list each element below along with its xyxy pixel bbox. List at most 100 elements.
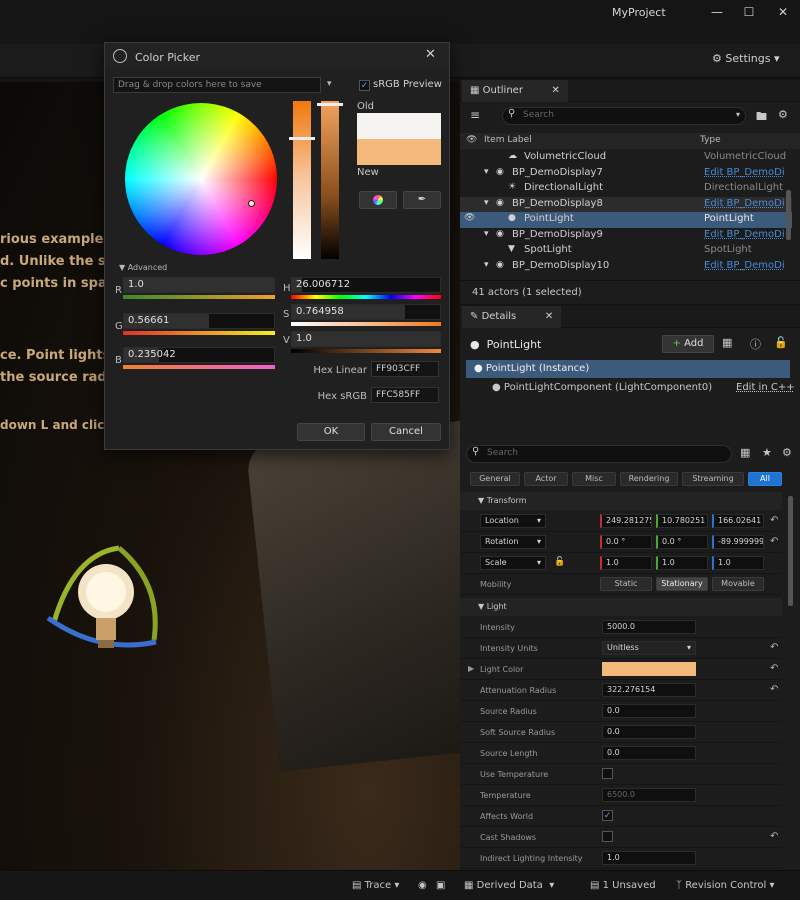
saved-colors-dropzone[interactable]: Drag & drop colors here to save	[113, 77, 321, 93]
close-icon[interactable]: ✕	[552, 85, 560, 96]
outliner-row[interactable]: ☁ VolumetricCloud VolumetricCloud	[460, 150, 792, 166]
expand-arrow-icon[interactable]: ▾	[484, 167, 489, 177]
use-temperature-checkbox[interactable]	[602, 768, 613, 779]
source-radius-input[interactable]: 0.0	[602, 704, 696, 718]
saturation-bar[interactable]	[293, 101, 311, 259]
edit-blueprint-link[interactable]: Edit BP_DemoDi	[704, 229, 785, 240]
visibility-eye-icon[interactable]: 👁	[464, 213, 475, 223]
saturation-handle[interactable]	[289, 137, 315, 140]
category-rendering[interactable]: Rendering	[620, 472, 678, 486]
component-row[interactable]: ● PointLightComponent (LightComponent0)	[492, 382, 712, 393]
expand-arrow-icon[interactable]: ▶	[468, 664, 474, 673]
edit-blueprint-link[interactable]: Edit BP_DemoDi	[704, 260, 785, 271]
tab-outliner[interactable]: ▦ Outliner ✕	[462, 80, 568, 102]
eyedropper-button[interactable]: ✒	[403, 191, 441, 209]
add-component-button[interactable]: + Add	[662, 335, 714, 353]
instance-row[interactable]: ● PointLight (Instance)	[466, 360, 790, 378]
outliner-search-input[interactable]: Search	[502, 107, 746, 125]
record-icon[interactable]: ◉	[418, 880, 427, 891]
maximize-button[interactable]: ☐	[738, 4, 760, 20]
reset-icon[interactable]: ↶	[770, 642, 778, 653]
intensity-input[interactable]: 5000.0	[602, 620, 696, 634]
mobility-movable[interactable]: Movable	[712, 577, 764, 591]
visibility-eye-icon[interactable]: 👁	[466, 135, 477, 145]
color-wheel-selector[interactable]	[248, 200, 255, 207]
derived-data-button[interactable]: ▦ Derived Data ▾	[464, 880, 554, 891]
hex-linear-input[interactable]: FF903CFF	[371, 361, 439, 377]
location-y[interactable]: 10.780251	[656, 514, 708, 528]
scale-dropdown[interactable]: Scale ▾	[480, 556, 546, 570]
minimize-button[interactable]: —	[706, 4, 728, 20]
category-misc[interactable]: Misc	[572, 472, 616, 486]
add-folder-icon[interactable]: 🖿	[756, 108, 767, 127]
rotation-y[interactable]: 0.0 °	[656, 535, 708, 549]
edit-blueprint-link[interactable]: Edit BP_DemoDi	[704, 167, 785, 178]
category-general[interactable]: General	[470, 472, 520, 486]
outliner-row[interactable]: 👁 ● PointLight PointLight	[460, 212, 792, 228]
srgb-preview-checkbox[interactable]: ✓	[359, 80, 370, 91]
affects-world-checkbox[interactable]: ✓	[602, 810, 613, 821]
filter-icon[interactable]: ≡	[470, 108, 480, 122]
screenshot-icon[interactable]: ▣	[436, 880, 445, 891]
close-window-button[interactable]: ✕	[772, 4, 794, 20]
item-label-header[interactable]: Item Label	[484, 135, 532, 145]
settings-button[interactable]: ⚙ Settings ▾	[712, 52, 780, 65]
source-length-input[interactable]: 0.0	[602, 746, 696, 760]
outliner-row[interactable]: ▾ ◉ BP_DemoDisplay9 Edit BP_DemoDi	[460, 228, 792, 244]
h-slider[interactable]: 26.006712	[291, 277, 441, 293]
help-icon[interactable]: ⓘ	[750, 336, 761, 352]
light-color-swatch[interactable]	[602, 662, 696, 676]
indirect-lighting-input[interactable]: 1.0	[602, 851, 696, 865]
location-z[interactable]: 166.02641	[712, 514, 764, 528]
trace-button[interactable]: ▤ Trace ▾	[352, 880, 399, 891]
details-scrollbar[interactable]	[788, 496, 793, 606]
b-slider[interactable]: 0.235042	[123, 347, 275, 363]
category-streaming[interactable]: Streaming	[682, 472, 744, 486]
lock-icon[interactable]: 🔓	[774, 336, 788, 349]
expand-arrow-icon[interactable]: ▾	[484, 229, 489, 239]
advanced-toggle[interactable]: ▼ Advanced	[119, 263, 167, 272]
tab-details[interactable]: ✎ Details ✕	[462, 306, 562, 328]
intensity-units-dropdown[interactable]: Unitless ▾	[602, 641, 696, 655]
edit-in-cpp-link[interactable]: Edit in C++	[736, 382, 795, 393]
v-slider[interactable]: 1.0	[291, 331, 441, 347]
scale-y[interactable]: 1.0	[656, 556, 708, 570]
outliner-row[interactable]: ▾ ◉ BP_DemoDisplay8 Edit BP_DemoDi	[460, 196, 792, 212]
color-theme-button[interactable]	[359, 191, 397, 209]
outliner-row[interactable]: ☀ DirectionalLight DirectionalLight	[460, 181, 792, 197]
expand-arrow-icon[interactable]: ▾	[484, 198, 489, 208]
reset-icon[interactable]: ↶	[770, 663, 778, 674]
reset-icon[interactable]: ↶	[770, 684, 778, 695]
rotation-dropdown[interactable]: Rotation ▾	[480, 535, 546, 549]
revision-control-button[interactable]: ᛉ Revision Control ▾	[676, 880, 775, 891]
light-section[interactable]: ▼ Light	[460, 598, 782, 616]
s-slider[interactable]: 0.764958	[291, 304, 441, 320]
expand-arrow-icon[interactable]: ▾	[484, 260, 489, 270]
category-actor[interactable]: Actor	[524, 472, 568, 486]
reset-icon[interactable]: ↶	[770, 515, 778, 526]
gear-icon[interactable]: ⚙	[778, 108, 788, 121]
transform-section[interactable]: ▼ Transform	[460, 492, 782, 510]
category-all[interactable]: All	[748, 472, 782, 486]
rotation-x[interactable]: 0.0 °	[600, 535, 652, 549]
gear-icon[interactable]: ⚙	[782, 446, 792, 459]
close-icon[interactable]: ✕	[425, 47, 436, 62]
lock-icon[interactable]: 🔓	[554, 557, 565, 567]
unsaved-button[interactable]: ▤ 1 Unsaved	[590, 880, 656, 891]
blueprint-icon[interactable]: ▦	[722, 336, 732, 349]
color-wheel[interactable]	[125, 103, 277, 255]
outliner-scrollbar[interactable]	[786, 190, 791, 240]
r-slider[interactable]: 1.0	[123, 277, 275, 293]
temperature-input[interactable]: 6500.0	[602, 788, 696, 802]
point-light-gizmo[interactable]	[44, 544, 162, 664]
star-icon[interactable]: ★	[762, 446, 772, 459]
chevron-down-icon[interactable]: ▾	[327, 79, 332, 89]
location-x[interactable]: 249.281275	[600, 514, 652, 528]
scale-z[interactable]: 1.0	[712, 556, 764, 570]
outliner-row[interactable]: ▾ ◉ BP_DemoDisplay10 Edit BP_DemoDi	[460, 259, 792, 275]
soft-source-radius-input[interactable]: 0.0	[602, 725, 696, 739]
cancel-button[interactable]: Cancel	[371, 423, 441, 441]
hex-srgb-input[interactable]: FFC585FF	[371, 387, 439, 403]
mobility-static[interactable]: Static	[600, 577, 652, 591]
reset-icon[interactable]: ↶	[770, 536, 778, 547]
